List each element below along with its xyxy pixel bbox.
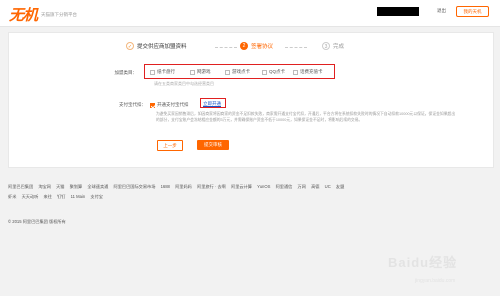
watermark-url: jingyan.baidu.com [415,278,456,284]
redacted-username [377,7,419,16]
footer-links-row-1: 阿里巴巴集团 淘宝网 天猫 聚划算 全球速卖通 阿里巴巴国际交易市场 1688 … [8,184,348,190]
footer-link[interactable]: 阿里巴巴集团 [8,184,33,189]
footer-link[interactable]: 虾米 [8,194,16,199]
submit-review-button[interactable]: 提交审核 [197,140,229,150]
step-2-label: 签署协议 [251,44,274,50]
checkbox-checked[interactable] [150,102,155,108]
business-option-3[interactable]: 游戏点卡 [225,69,250,75]
option-label: QQ点卡 [269,69,286,74]
footer-link[interactable]: 聚划算 [70,184,83,189]
top-bar: 无机 天猫旗下分销平台 退出 我的天机 [0,0,500,27]
step-3-label: 完成 [333,44,345,50]
payment-description: 为避免买家因销售滞后，如因商家将因商家的资金不足扣款失败，商家需开通支付宝代扣，… [156,112,456,122]
footer-link[interactable]: 钉钉 [57,194,65,199]
business-option-5[interactable]: 话费充值卡 [293,69,323,75]
logo[interactable]: 无机 [9,4,38,25]
step-divider [285,47,307,48]
footer-link[interactable]: 天猫 [56,184,64,189]
footer-link[interactable]: 阿里旅行 · 去啊 [197,184,226,189]
business-hint: 请在五类商家类目中勾选经营类目 [154,81,214,86]
checkbox[interactable] [190,69,195,75]
step-2-number: 2 [240,42,248,50]
footer-link[interactable]: 天天动听 [22,194,39,199]
footer-links-row-2: 虾米 天天动听 来往 钉钉 11 Main 支付宝 [8,194,107,200]
checkbox[interactable] [150,69,155,75]
footer-link[interactable]: 阿里巴巴国际交易市场 [114,184,156,189]
footer-link[interactable]: 阿里妈妈 [175,184,192,189]
footer-link[interactable]: 全球速卖通 [87,184,108,189]
step-2: 2 签署协议 [240,42,273,50]
checkbox[interactable] [262,69,267,75]
footer-link[interactable]: 支付宝 [90,194,103,199]
footer-link[interactable]: 万网 [298,184,306,189]
footer-link[interactable]: 阿里通信 [276,184,293,189]
baidu-watermark: Baidu经验 [388,255,458,270]
option-label: 话费充值卡 [300,69,323,74]
footer-link[interactable]: 淘宝网 [38,184,51,189]
option-label: 纸卡盘行 [157,69,175,74]
business-option-2[interactable]: 网游戏 [190,69,211,75]
step-3: 3 完成 [322,42,344,50]
my-account-button[interactable]: 我的天机 [456,6,489,17]
logout-link[interactable]: 退出 [437,8,446,14]
payment-option-label: 开通支付宝代扣 [157,102,189,107]
step-1: ✓ 提交供应商加盟资料 [126,42,187,50]
business-option-4[interactable]: QQ点卡 [262,69,285,75]
checkbox[interactable] [293,69,298,75]
footer-link[interactable]: 1688 [161,184,170,189]
footer-link[interactable]: UC [325,184,331,189]
form-card: ✓ 提交供应商加盟资料 2 签署协议 3 完成 加盟类目： 纸卡盘行 网游戏 游… [8,32,494,168]
business-option-1[interactable]: 纸卡盘行 [150,69,175,75]
footer-link[interactable]: YunOS [257,184,270,189]
business-label: 加盟类目： [114,70,138,75]
step-divider [215,47,237,48]
footer-link[interactable]: 友盟 [336,184,344,189]
previous-step-button[interactable]: 上一步 [157,140,183,151]
option-label: 游戏点卡 [232,69,250,74]
step-1-label: 提交供应商加盟资料 [137,44,187,50]
check-icon: ✓ [126,42,134,50]
step-3-number: 3 [322,42,330,50]
footer-link[interactable]: 11 Main [71,194,86,199]
option-label: 网游戏 [197,69,211,74]
footer-link[interactable]: 阿里云计算 [231,184,252,189]
payment-label: 支付宝代扣： [119,102,146,107]
copyright: © 2015 阿里巴巴集团 版权所有 [8,219,66,224]
footer-link[interactable]: 高德 [311,184,319,189]
payment-option[interactable]: 开通支付宝代扣 [150,102,189,108]
logo-subtitle: 天猫旗下分销平台 [41,12,77,17]
footer-link[interactable]: 来往 [44,194,52,199]
activate-link[interactable]: 立即开通 [203,101,221,107]
checkbox[interactable] [225,69,230,75]
